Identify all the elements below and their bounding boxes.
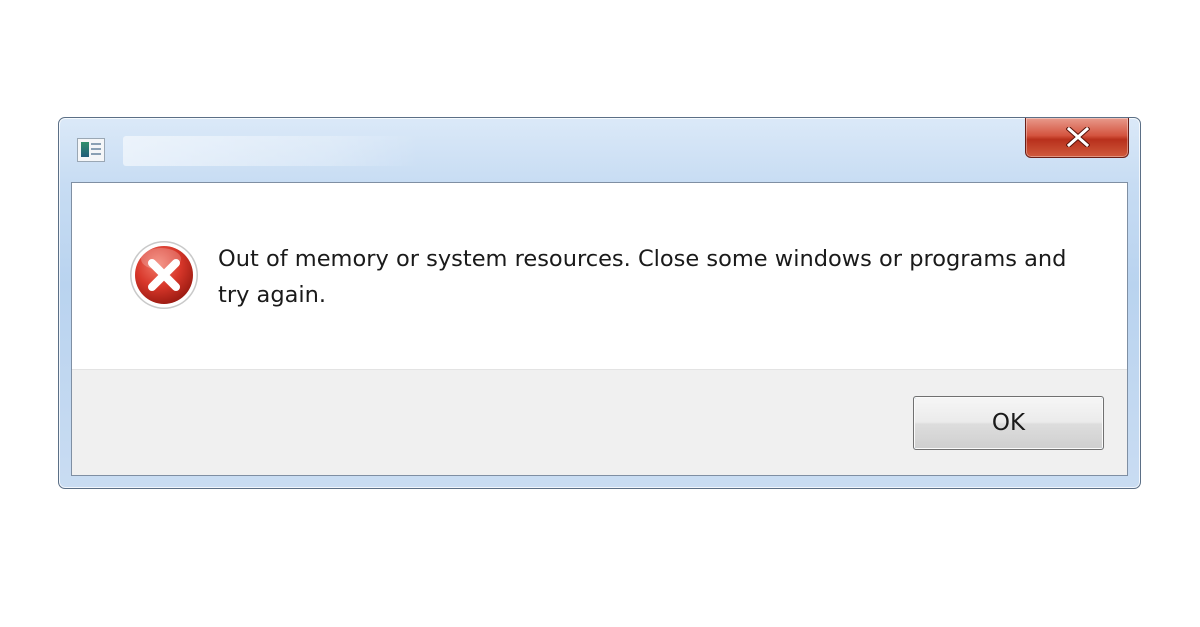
application-icon [77, 138, 105, 162]
dialog-client-area: Out of memory or system resources. Close… [71, 182, 1128, 476]
error-icon [130, 241, 198, 309]
ok-button[interactable]: OK [913, 396, 1104, 450]
button-area: OK [72, 369, 1127, 475]
error-message: Out of memory or system resources. Close… [218, 246, 1067, 308]
title-bar[interactable] [59, 118, 1140, 182]
message-area: Out of memory or system resources. Close… [72, 183, 1127, 369]
close-icon [1066, 127, 1090, 147]
close-button[interactable] [1025, 118, 1129, 158]
screen: Out of memory or system resources. Close… [0, 0, 1200, 627]
window-title [123, 136, 419, 166]
error-dialog-window: Out of memory or system resources. Close… [58, 117, 1141, 489]
